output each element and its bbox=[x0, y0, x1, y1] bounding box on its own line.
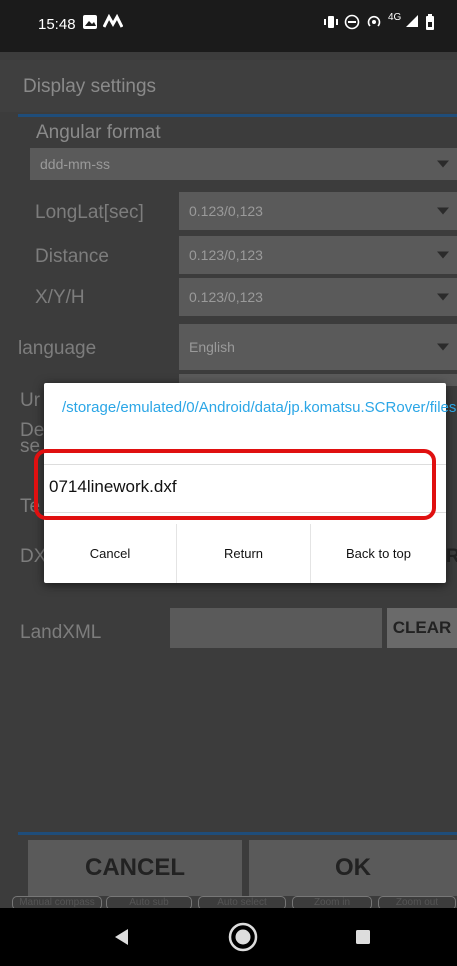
chevron-down-icon bbox=[437, 160, 449, 168]
signal-m-icon bbox=[102, 13, 124, 32]
recents-icon[interactable] bbox=[356, 930, 370, 949]
angular-format-dropdown[interactable]: ddd-mm-ss bbox=[30, 148, 457, 180]
language-value: English bbox=[189, 339, 235, 355]
angular-format-value: ddd-mm-ss bbox=[40, 156, 111, 172]
partial-label-dx: DX bbox=[20, 546, 47, 567]
xyh-label: X/Y/H bbox=[35, 287, 85, 308]
landxml-field[interactable] bbox=[170, 608, 382, 648]
chevron-down-icon bbox=[437, 293, 449, 301]
image-icon bbox=[82, 14, 98, 34]
cancel-button[interactable]: Cancel bbox=[44, 524, 176, 583]
distance-label: Distance bbox=[35, 246, 109, 267]
back-to-top-button[interactable]: Back to top bbox=[311, 524, 446, 583]
distance-dropdown[interactable]: 0.123/0,123 bbox=[179, 236, 457, 274]
angular-format-label: Angular format bbox=[36, 122, 161, 143]
return-button[interactable]: Return bbox=[177, 524, 310, 583]
distance-value: 0.123/0,123 bbox=[189, 247, 263, 263]
home-icon[interactable] bbox=[228, 922, 258, 957]
chevron-down-icon bbox=[437, 207, 449, 215]
file-highlight-annotation bbox=[34, 449, 436, 520]
ok-main-button[interactable]: OK bbox=[249, 840, 457, 896]
back-icon[interactable] bbox=[112, 927, 130, 952]
battery-icon bbox=[425, 14, 435, 34]
signal-icon bbox=[405, 14, 419, 32]
longlat-label: LongLat[sec] bbox=[35, 202, 144, 223]
navigation-bar bbox=[0, 908, 457, 966]
language-label: language bbox=[18, 338, 97, 359]
status-bar: 15:48 4G bbox=[0, 0, 457, 52]
xyh-dropdown[interactable]: 0.123/0,123 bbox=[179, 278, 457, 316]
longlat-dropdown[interactable]: 0.123/0,123 bbox=[179, 192, 457, 230]
cancel-main-button[interactable]: CANCEL bbox=[28, 840, 242, 896]
chevron-down-icon bbox=[437, 251, 449, 259]
hotspot-icon bbox=[366, 14, 382, 34]
landxml-label: LandXML bbox=[20, 622, 102, 643]
current-path: /storage/emulated/0/Android/data/jp.koma… bbox=[62, 399, 457, 416]
partial-clear-button[interactable]: R bbox=[446, 546, 457, 568]
landxml-clear-button[interactable]: CLEAR bbox=[387, 608, 457, 648]
dnd-icon bbox=[344, 14, 360, 34]
xyh-value: 0.123/0,123 bbox=[189, 289, 263, 305]
page-title: Display settings bbox=[23, 76, 157, 97]
network-4g-icon: 4G bbox=[388, 12, 402, 23]
settings-header: Display settings bbox=[0, 60, 457, 112]
vibrate-icon bbox=[322, 14, 340, 34]
footer-divider bbox=[18, 832, 457, 835]
language-dropdown[interactable]: English bbox=[179, 324, 457, 370]
longlat-value: 0.123/0,123 bbox=[189, 203, 263, 219]
partial-label-units: Ur bbox=[20, 390, 41, 411]
status-time: 15:48 bbox=[38, 16, 76, 33]
header-divider bbox=[18, 114, 457, 117]
chevron-down-icon bbox=[437, 343, 449, 351]
